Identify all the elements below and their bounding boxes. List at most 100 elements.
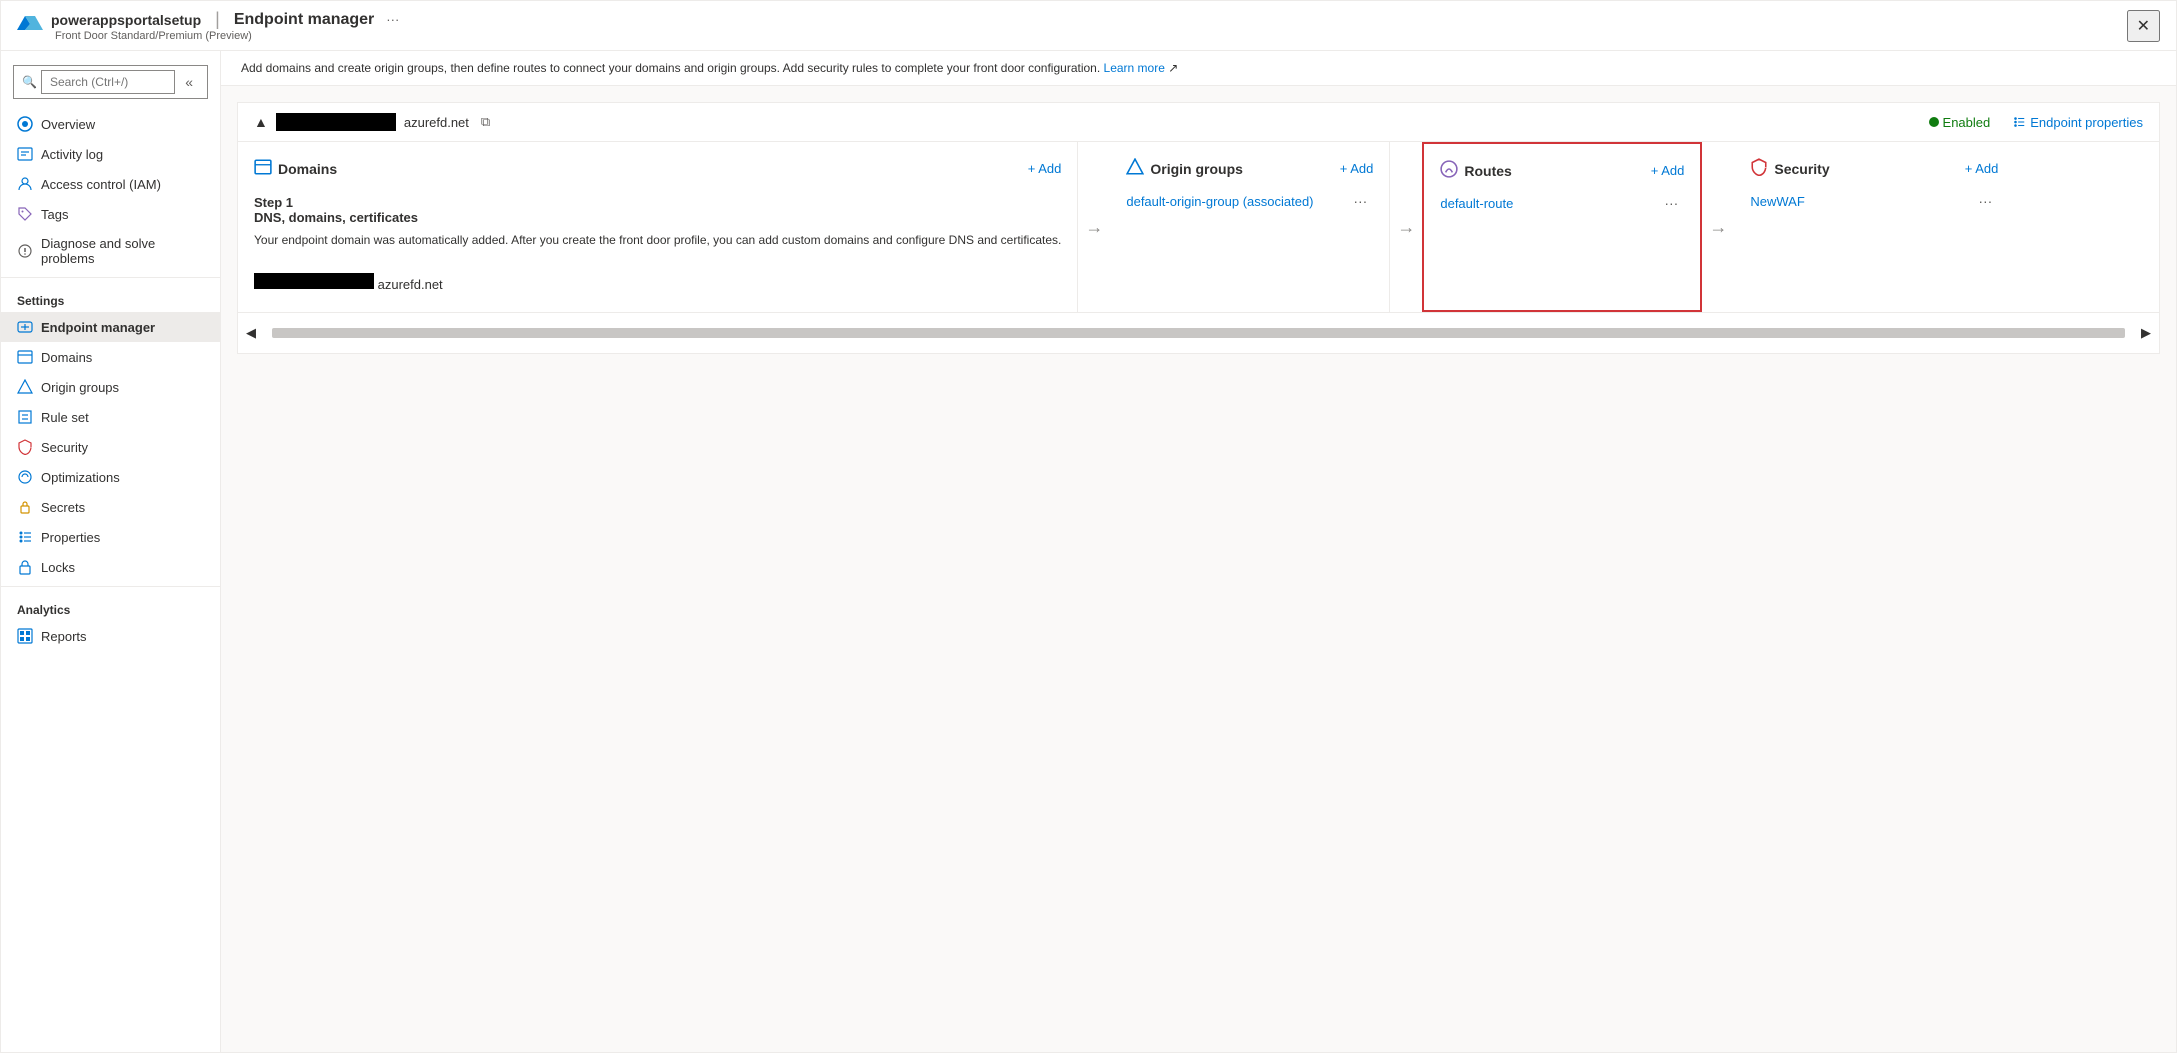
azure-logo-icon bbox=[17, 12, 43, 40]
sidebar-item-security[interactable]: Security bbox=[1, 432, 220, 462]
status-dot bbox=[1929, 117, 1939, 127]
main-content: Add domains and create origin groups, th… bbox=[221, 51, 2176, 1052]
sidebar-item-rule-set[interactable]: Rule set bbox=[1, 402, 220, 432]
origin-groups-column: Origin groups + Add default-origin-group… bbox=[1110, 142, 1390, 312]
route-link[interactable]: default-route bbox=[1440, 196, 1658, 211]
sidebar-item-label: Domains bbox=[41, 350, 92, 365]
origin-group-link[interactable]: default-origin-group (associated) bbox=[1126, 194, 1347, 209]
sidebar-item-label: Reports bbox=[41, 629, 87, 644]
properties-icon bbox=[17, 529, 33, 545]
sidebar-item-activity-log[interactable]: Activity log bbox=[1, 139, 220, 169]
endpoint-domain-suffix: azurefd.net bbox=[404, 115, 469, 130]
properties-icon-small bbox=[2012, 115, 2026, 129]
settings-divider bbox=[1, 277, 220, 278]
security-column: Security + Add NewWAF ··· bbox=[1734, 142, 2014, 312]
sidebar-item-diagnose[interactable]: Diagnose and solve problems bbox=[1, 229, 220, 273]
diagnose-icon bbox=[17, 243, 33, 259]
endpoint-properties-label: Endpoint properties bbox=[2030, 115, 2143, 130]
copy-endpoint-button[interactable]: ⧉ bbox=[481, 114, 490, 130]
overview-icon bbox=[17, 116, 33, 132]
domain-step-title: Step 1 DNS, domains, certificates bbox=[254, 195, 1061, 225]
route-more-button[interactable]: ··· bbox=[1658, 193, 1684, 213]
rule-set-icon bbox=[17, 409, 33, 425]
sidebar-item-domains[interactable]: Domains bbox=[1, 342, 220, 372]
sidebar-search-row: 🔍 « bbox=[13, 65, 208, 99]
security-column-title: Security bbox=[1774, 161, 1958, 177]
sidebar-item-reports[interactable]: Reports bbox=[1, 621, 220, 651]
info-bar: Add domains and create origin groups, th… bbox=[221, 51, 2176, 86]
sidebar-nav: Overview Activity log Access control (IA… bbox=[1, 105, 220, 655]
optimizations-icon bbox=[17, 469, 33, 485]
columns-container: Domains + Add Step 1 DNS, domains, certi… bbox=[238, 142, 2159, 312]
sidebar-item-label: Overview bbox=[41, 117, 95, 132]
list-item: NewWAF ··· bbox=[1750, 187, 1998, 215]
info-text: Add domains and create origin groups, th… bbox=[241, 61, 1100, 75]
sidebar-item-label: Properties bbox=[41, 530, 100, 545]
sidebar-item-locks[interactable]: Locks bbox=[1, 552, 220, 582]
scroll-track[interactable] bbox=[272, 328, 2125, 338]
app-header: powerappsportalsetup | Endpoint manager … bbox=[1, 1, 2176, 51]
routes-items: default-route ··· bbox=[1424, 189, 1700, 217]
iam-icon bbox=[17, 176, 33, 192]
close-button[interactable]: ✕ bbox=[2127, 10, 2160, 42]
sidebar-item-label: Activity log bbox=[41, 147, 103, 162]
sidebar-item-endpoint-manager[interactable]: Endpoint manager bbox=[1, 312, 220, 342]
analytics-section-label: Analytics bbox=[1, 591, 220, 621]
page-title: Endpoint manager bbox=[234, 11, 374, 29]
endpoint-status: Enabled Endpoint properties bbox=[1929, 115, 2143, 130]
domains-column-icon bbox=[254, 158, 272, 179]
learn-more-link[interactable]: Learn more bbox=[1104, 61, 1165, 75]
waf-link[interactable]: NewWAF bbox=[1750, 194, 1972, 209]
sidebar-item-tags[interactable]: Tags bbox=[1, 199, 220, 229]
scroll-right-button[interactable]: ▶ bbox=[2133, 321, 2159, 345]
resource-name: powerappsportalsetup bbox=[51, 12, 201, 28]
domains-add-button[interactable]: + Add bbox=[1028, 161, 1062, 176]
header-separator: | bbox=[215, 9, 220, 30]
header-more-button[interactable]: ··· bbox=[386, 12, 399, 27]
security-column-header: Security + Add bbox=[1734, 154, 2014, 187]
domain-name-redacted bbox=[254, 273, 374, 289]
origin-groups-column-header: Origin groups + Add bbox=[1110, 154, 1389, 187]
waf-more-button[interactable]: ··· bbox=[1972, 191, 1998, 211]
sidebar-item-iam[interactable]: Access control (IAM) bbox=[1, 169, 220, 199]
origin-groups-add-button[interactable]: + Add bbox=[1340, 161, 1374, 176]
security-column-icon bbox=[1750, 158, 1768, 179]
settings-section-label: Settings bbox=[1, 282, 220, 312]
search-input[interactable] bbox=[41, 70, 175, 94]
status-enabled: Enabled bbox=[1929, 115, 1991, 130]
domains-column: Domains + Add Step 1 DNS, domains, certi… bbox=[238, 142, 1078, 312]
origin-groups-column-icon bbox=[1126, 158, 1144, 179]
tags-icon bbox=[17, 206, 33, 222]
security-items: NewWAF ··· bbox=[1734, 187, 2014, 215]
domain-footer-suffix: azurefd.net bbox=[378, 277, 443, 292]
sidebar-item-properties[interactable]: Properties bbox=[1, 522, 220, 552]
origin-group-more-button[interactable]: ··· bbox=[1347, 191, 1373, 211]
sidebar-item-label: Rule set bbox=[41, 410, 89, 425]
endpoint-collapse-button[interactable]: ▲ bbox=[254, 114, 268, 130]
sidebar-item-label: Locks bbox=[41, 560, 75, 575]
arrow-2: → bbox=[1390, 217, 1422, 238]
routes-add-button[interactable]: + Add bbox=[1651, 163, 1685, 178]
sidebar-item-optimizations[interactable]: Optimizations bbox=[1, 462, 220, 492]
routes-column-icon bbox=[1440, 160, 1458, 181]
domains-icon bbox=[17, 349, 33, 365]
sidebar-item-overview[interactable]: Overview bbox=[1, 109, 220, 139]
activity-log-icon bbox=[17, 146, 33, 162]
search-icon: 🔍 bbox=[22, 75, 37, 89]
sidebar-search-container: 🔍 « bbox=[1, 59, 220, 105]
collapse-button[interactable]: « bbox=[179, 72, 199, 92]
sidebar-item-label: Secrets bbox=[41, 500, 85, 515]
scroll-left-button[interactable]: ◀ bbox=[238, 321, 264, 345]
endpoint-header: ▲ azurefd.net ⧉ Enabled Endpoint proper bbox=[238, 103, 2159, 142]
arrow-1: → bbox=[1078, 217, 1110, 238]
routes-column-header: Routes + Add bbox=[1424, 156, 1700, 189]
routes-column-title: Routes bbox=[1464, 163, 1644, 179]
endpoint-properties-button[interactable]: Endpoint properties bbox=[2012, 115, 2143, 130]
security-add-button[interactable]: + Add bbox=[1965, 161, 1999, 176]
domain-step-desc: Your endpoint domain was automatically a… bbox=[254, 231, 1061, 249]
locks-icon bbox=[17, 559, 33, 575]
sidebar-item-origin-groups[interactable]: Origin groups bbox=[1, 372, 220, 402]
sidebar-item-label: Access control (IAM) bbox=[41, 177, 161, 192]
sidebar-item-secrets[interactable]: Secrets bbox=[1, 492, 220, 522]
sidebar: 🔍 « Overview Activi bbox=[1, 51, 221, 1052]
